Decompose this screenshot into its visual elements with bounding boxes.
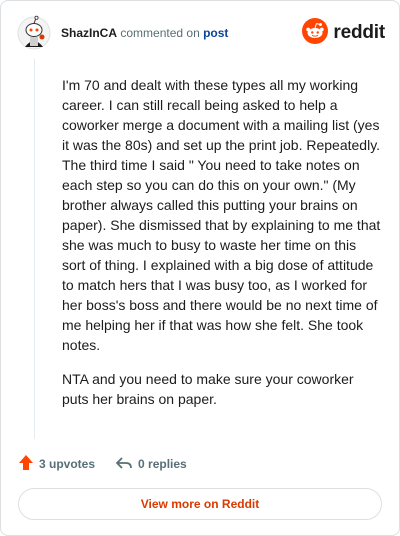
comment-meta: ShazInCA commented on post — [61, 26, 228, 40]
reddit-logo[interactable]: reddit — [302, 17, 385, 49]
comment-actions: 3 upvotes 0 replies — [18, 453, 187, 475]
embedded-comment-card: ShazInCA commented on post reddit I'm 70… — [0, 0, 400, 536]
comment-paragraph: NTA and you need to make sure your cowor… — [62, 371, 354, 407]
action-text: commented on — [120, 26, 200, 40]
comment-header: ShazInCA commented on post reddit — [17, 15, 385, 51]
reddit-logo-icon — [302, 17, 329, 49]
comment-paragraph: I'm 70 and dealt with these types all my… — [62, 77, 381, 353]
reply-button[interactable]: 0 replies — [115, 455, 187, 474]
reply-count: 0 replies — [138, 457, 187, 471]
reddit-wordmark: reddit — [333, 22, 385, 43]
upvote-arrow-icon — [18, 454, 39, 474]
comment-body: I'm 70 and dealt with these types all my… — [62, 75, 382, 423]
upvote-count: 3 upvotes — [39, 457, 96, 471]
view-more-button[interactable]: View more on Reddit — [18, 488, 382, 520]
reply-arrow-icon — [115, 455, 138, 474]
snoo-avatar-icon[interactable] — [17, 15, 51, 51]
thread-line — [34, 59, 35, 439]
username[interactable]: ShazInCA — [61, 26, 117, 40]
post-link[interactable]: post — [203, 26, 228, 40]
upvote-button[interactable]: 3 upvotes — [18, 454, 95, 474]
